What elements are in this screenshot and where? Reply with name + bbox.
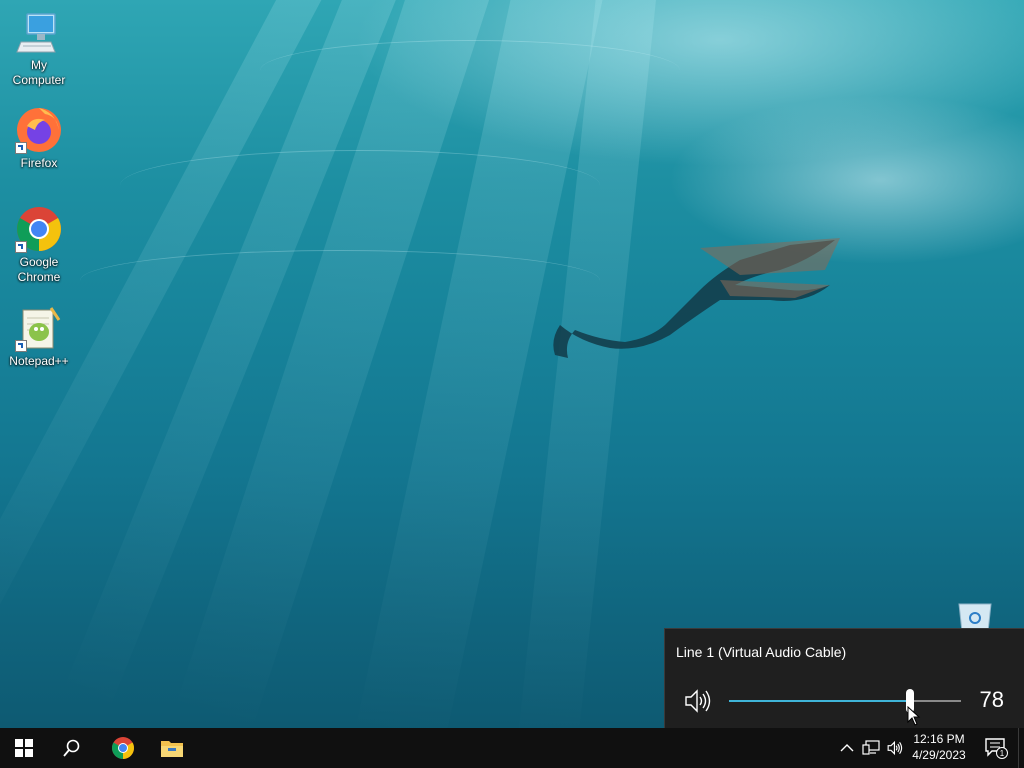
desktop-icon-label: Notepad++ [9, 354, 69, 368]
show-hidden-icons-button[interactable] [837, 738, 857, 758]
clock-time: 12:16 PM [913, 732, 965, 746]
windows-logo-icon [15, 739, 33, 757]
volume-slider[interactable] [729, 689, 961, 713]
chrome-icon [15, 205, 63, 253]
water-ripple [80, 250, 600, 311]
desktop-icon-notepad-plus-plus[interactable]: Notepad++ [4, 304, 74, 369]
notification-count-badge: 1 [1000, 749, 1005, 758]
desktop-icon-label: Google Chrome [17, 255, 61, 284]
start-button[interactable] [0, 728, 48, 768]
volume-flyout: Line 1 (Virtual Audio Cable) 78 [664, 628, 1024, 728]
file-explorer-icon [161, 741, 183, 757]
water-ripple [120, 150, 600, 221]
mouse-cursor-icon [907, 706, 921, 726]
desktop-icon-label: Firefox [20, 156, 58, 170]
shortcut-arrow-icon [15, 142, 27, 154]
chrome-icon [112, 737, 134, 759]
volume-tray-button[interactable] [885, 738, 905, 758]
show-desktop-button[interactable] [1018, 728, 1024, 768]
notification-icon: 1 [985, 738, 1008, 759]
network-button[interactable] [861, 738, 881, 758]
action-center-button[interactable]: 1 [978, 728, 1014, 768]
taskbar-file-explorer-button[interactable] [148, 728, 196, 768]
volume-slider-fill [729, 700, 910, 702]
water-ripple [260, 40, 680, 101]
shortcut-arrow-icon [15, 340, 27, 352]
firefox-icon [15, 106, 63, 154]
clock-date: 4/29/2023 [912, 748, 966, 762]
shortcut-arrow-icon [15, 241, 27, 253]
desktop-icon-google-chrome[interactable]: Google Chrome [4, 205, 74, 285]
desktop-icon-firefox[interactable]: Firefox [4, 106, 74, 171]
search-icon [63, 739, 80, 757]
taskbar-clock[interactable]: 12:16 PM 4/29/2023 [905, 731, 973, 763]
desktop-icon-label: My Computer [12, 58, 66, 87]
network-icon [862, 740, 880, 755]
taskbar-chrome-button[interactable] [99, 728, 147, 768]
mute-toggle-button[interactable] [683, 687, 713, 715]
desktop-icon-my-computer[interactable]: My Computer [4, 8, 74, 88]
diver-silhouette [553, 238, 840, 358]
volume-value: 78 [979, 687, 1004, 712]
taskbar: 12:16 PM 4/29/2023 1 [0, 728, 1024, 768]
computer-icon [15, 8, 63, 56]
desktop: My Computer Firefox Google Chrome Notepa… [0, 0, 1024, 728]
search-button[interactable] [48, 728, 96, 768]
speaker-icon [685, 689, 711, 713]
speaker-icon [887, 740, 903, 756]
chevron-up-icon [840, 744, 854, 752]
audio-device-name: Line 1 (Virtual Audio Cable) [676, 644, 847, 660]
notepad-plus-plus-icon [15, 304, 63, 352]
